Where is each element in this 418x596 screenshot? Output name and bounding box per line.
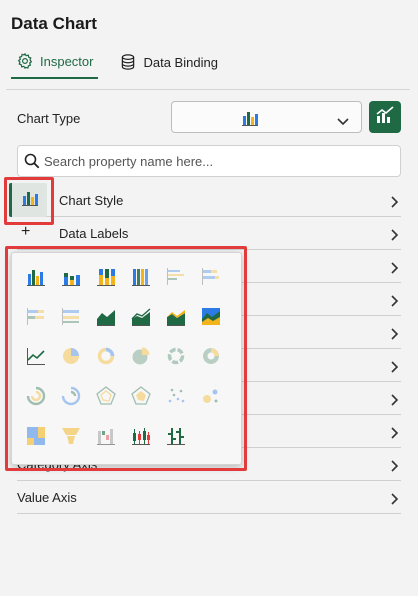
section-value-axis[interactable]: Value Axis [17,481,401,514]
tab-bar: Inspector Data Binding [11,52,239,79]
chevron-right-icon [391,228,399,246]
chevron-right-icon [391,360,399,378]
chevron-right-icon [391,294,399,312]
chevron-right-icon [391,426,399,444]
chevron-right-icon [391,393,399,411]
search-icon [24,153,40,174]
chart-type-select[interactable] [171,101,362,133]
chevron-right-icon [391,327,399,345]
chart-type-preview-button[interactable] [369,101,401,133]
chevron-right-icon [391,459,399,477]
gear-icon [16,52,34,70]
chart-type-label: Chart Type [17,111,81,126]
column-chart-icon [240,108,260,133]
tab-inspector-label: Inspector [40,53,94,69]
chart-trend-icon [375,105,395,130]
chevron-right-icon [391,492,399,510]
chevron-right-icon [391,195,399,213]
chevron-down-icon [337,113,349,131]
section-label: Data Labels [59,226,129,241]
search-input[interactable] [44,146,394,176]
tab-divider [6,89,410,90]
section-label: Chart Style [59,193,124,208]
section-label: Value Axis [17,490,77,505]
property-search [17,145,401,177]
chevron-right-icon [391,261,399,279]
tab-data-binding[interactable]: Data Binding [114,52,222,79]
highlight-frame [4,177,54,225]
tab-data-binding-label: Data Binding [143,54,218,70]
database-icon [119,53,137,71]
tab-inspector[interactable]: Inspector [11,52,99,79]
highlight-frame [5,246,247,471]
plus-icon: + [21,223,31,240]
page-title: Data Chart [11,14,97,33]
section-chart-style[interactable]: Chart Style [17,184,401,217]
